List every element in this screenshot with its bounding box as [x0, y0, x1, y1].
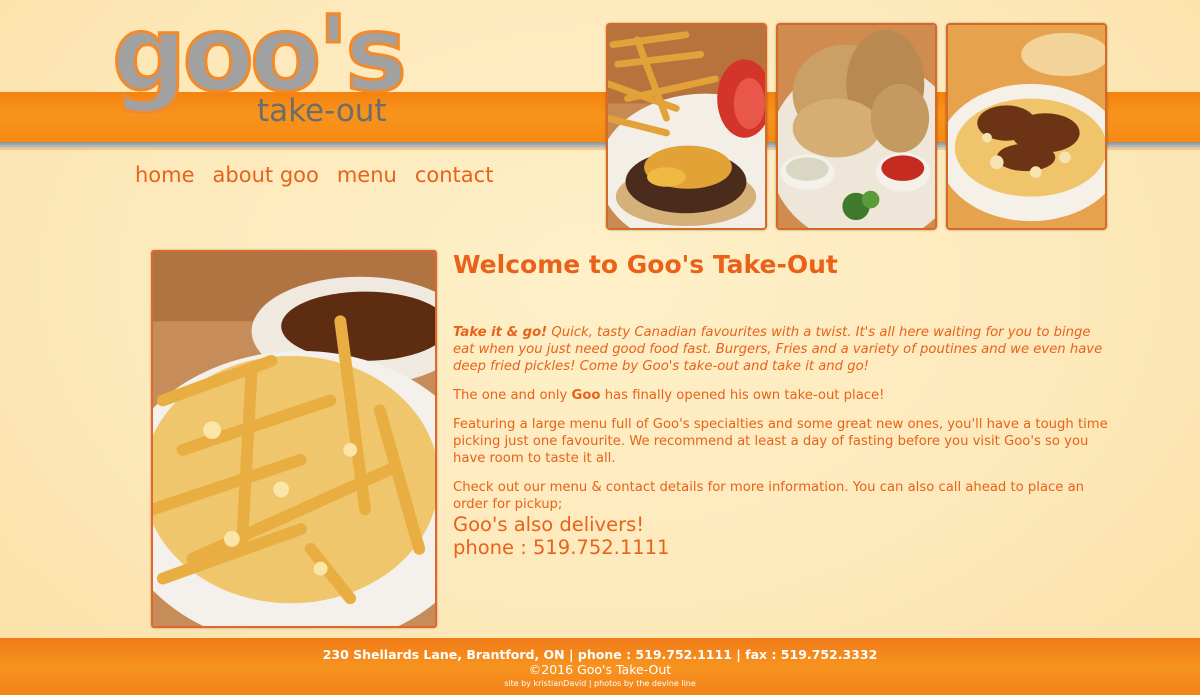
logo-subtitle: take-out [257, 93, 387, 129]
nav-contact-link[interactable]: contact [415, 163, 494, 187]
page-title: Welcome to Goo's Take-Out [453, 250, 838, 279]
intro-paragraph: Take it & go! Quick, tasty Canadian favo… [453, 324, 1113, 375]
goo-text-a: The one and only [453, 387, 572, 403]
footer: 230 Shellards Lane, Brantford, ON | phon… [0, 638, 1200, 695]
goo-paragraph: The one and only Goo has finally opened … [453, 387, 1113, 404]
fried-fish-photo [776, 23, 937, 230]
phone-number[interactable]: phone : 519.752.1111 [453, 536, 1113, 559]
nav-menu-link[interactable]: menu [337, 163, 397, 187]
burger-fries-photo [606, 23, 767, 230]
nav-about-link[interactable]: about goo [213, 163, 319, 187]
contact-paragraph: Check out our menu & contact details for… [453, 479, 1085, 512]
intro-text: Quick, tasty Canadian favourites with a … [453, 324, 1103, 374]
goo-text-b: has finally opened his own take-out plac… [600, 387, 885, 403]
footer-address: 230 Shellards Lane, Brantford, ON | phon… [322, 647, 878, 662]
poutine-photo [946, 23, 1107, 230]
footer-copyright: ©2016 Goo's Take-Out [528, 662, 672, 677]
welcome-content: Welcome to Goo's Take-Out Take it & go! … [453, 250, 1113, 559]
fries-poutine-photo [151, 250, 437, 628]
goo-name: Goo [571, 387, 601, 403]
menu-paragraph: Featuring a large menu full of Goo's spe… [453, 416, 1108, 466]
main-nav: home about goo menu contact [135, 163, 493, 187]
delivery-note: Goo's also delivers! [453, 512, 645, 536]
footer-credits[interactable]: site by kristianDavid | photos by the de… [0, 677, 1200, 691]
nav-home-link[interactable]: home [135, 163, 195, 187]
logo-wordmark[interactable]: goo's [110, 1, 408, 108]
intro-lead: Take it & go! [453, 324, 548, 340]
